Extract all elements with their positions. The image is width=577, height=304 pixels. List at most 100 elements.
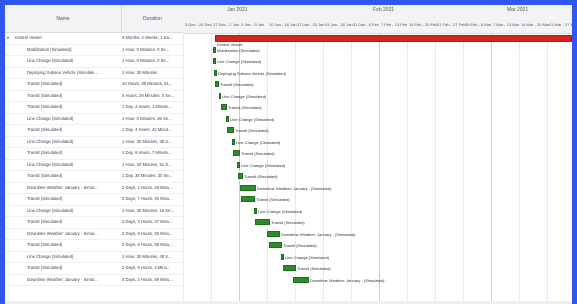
table-row[interactable]: Line Change (Simulated) 1 Hour, 30 Minute…	[5, 252, 183, 263]
table-row[interactable]: ▾ Kestrel Vessel 3 Months, 2 Weeks, 1 Da..…	[5, 33, 183, 45]
task-bar[interactable]	[254, 207, 257, 214]
task-duration: 1 Hour, 30 Minutes, 16 Se...	[122, 207, 174, 213]
table-row[interactable]: Transit (Simulated) 1 Day, 35 Minutes, 30…	[5, 171, 183, 183]
task-name: Downtime Weather: January - Simul...	[27, 230, 98, 236]
week-label: 3 Jan - 9 Jan	[241, 22, 265, 27]
task-name: Line Change (Simulated)	[27, 161, 74, 167]
task-bar[interactable]	[227, 127, 234, 133]
week-label: 21 Mar - 27 Mar	[549, 22, 572, 27]
screenshot-frame: Name Duration ▾ Kestrel Vessel 3 Months, 2…	[0, 0, 577, 304]
task-bar[interactable]	[293, 276, 309, 283]
table-row[interactable]: Line Change (Simulated) 1 Hour, 30 Minute…	[5, 137, 183, 148]
task-bar[interactable]	[267, 230, 280, 237]
bar-label: Transit (Simulated)	[271, 220, 305, 225]
task-name: Transit (Simulated)	[27, 196, 63, 201]
week-label: 24 Jan - 30 Jan	[325, 22, 353, 27]
expand-chevron-icon[interactable]: ▾	[7, 35, 9, 40]
week-label: 10 Jan - 16 Jan	[269, 22, 297, 27]
table-row[interactable]: Line Change (Simulated) 1 Hour, 0 Minutes…	[5, 114, 183, 125]
bar-label: Downtime Weather: January - (Simulated)	[310, 277, 385, 283]
task-name: Downtime Weather: January - Simul...	[27, 184, 98, 190]
table-row[interactable]: Transit (Simulated) 3 Days, 7 Hours, 40 M…	[5, 194, 183, 206]
task-name: Transit (Simulated)	[27, 265, 63, 270]
month-label: Feb 2021	[373, 7, 395, 13]
name-column-header[interactable]: Name	[5, 5, 122, 33]
task-duration: 1 Hour, 30 Minutes	[122, 69, 158, 75]
bar-label: Transit (Simulated)	[244, 174, 278, 179]
gantt-window: Name Duration ▾ Kestrel Vessel 3 Months, 2…	[5, 5, 572, 304]
table-row[interactable]: Transit (Simulated) 1 Day, 6 Hours, 7 Min…	[5, 148, 183, 160]
task-duration: 3 Days, 3 Hours, 37 Minu...	[122, 219, 173, 224]
table-row[interactable]: Deploying Subsea Vehicle (Simulate... 1 H…	[5, 68, 183, 79]
week-label: 7 Feb - 13 Feb	[381, 22, 408, 27]
summary-bar[interactable]	[215, 35, 572, 42]
task-bar[interactable]	[269, 242, 282, 248]
task-duration: 1 Day, 6 Hours, 7 Minute...	[122, 150, 172, 155]
task-duration: 1 Day, 35 Minutes, 30 Se...	[122, 173, 173, 178]
task-duration: 1 Day, 4 Hours, 42 Minut...	[122, 127, 172, 132]
duration-column-header[interactable]: Duration	[122, 5, 183, 33]
task-bar[interactable]	[237, 161, 240, 168]
week-label: 21 Feb - 27 Feb	[437, 22, 466, 27]
task-grid: Name Duration ▾ Kestrel Vessel 3 Months, 2…	[5, 5, 184, 304]
bar-label: Line Change (Simulated)	[222, 93, 267, 99]
bar-label: Deploying Subsea Vehicle (Simulated)	[218, 70, 287, 76]
task-bar[interactable]	[215, 81, 219, 87]
table-row[interactable]: Transit (Simulated) 5 Hours, 28 Minutes, …	[5, 91, 183, 102]
task-bar[interactable]	[238, 173, 243, 179]
bar-label: Downtime Weather: January - (Simulated)	[281, 231, 356, 237]
table-row[interactable]: Transit (Simulated) 3 Days, 8 Hours, 3 Mi…	[5, 263, 183, 275]
table-row[interactable]: Transit (Simulated) 1 Day, 4 Hours, 42 Mi…	[5, 125, 183, 137]
task-bar[interactable]	[233, 150, 240, 156]
task-bar[interactable]	[241, 196, 255, 202]
task-name: Transit (Simulated)	[27, 104, 63, 109]
table-row[interactable]: Transit (Simulated) 10 Hours, 38 Minutes,…	[5, 79, 183, 91]
table-row[interactable]: Downtime Weather: January - Simul... 2 Da…	[5, 229, 183, 240]
bar-label: Transit (Simulated)	[297, 266, 331, 271]
task-duration: 3 Days, 3 Hours, 59 Minu...	[122, 276, 173, 282]
bar-label: Line Change (Simulated)	[236, 139, 281, 145]
task-bar[interactable]	[213, 58, 216, 64]
bar-label: Transit (Simulated)	[220, 82, 254, 87]
task-name: Transit (Simulated)	[27, 173, 63, 178]
week-label: 3 Dec - 26 Dec	[185, 22, 212, 27]
table-row[interactable]: Mobilization (Simulated) 1 Hour, 0 Minute…	[5, 45, 183, 56]
table-row[interactable]: Downtime Weather: January - Simul... 3 Da…	[5, 183, 183, 194]
task-name: Transit (Simulated)	[27, 92, 63, 98]
task-name: Mobilization (Simulated)	[27, 46, 72, 52]
table-row[interactable]: Transit (Simulated) 3 Days, 3 Hours, 37 M…	[5, 217, 183, 229]
task-name: Line Change (Simulated)	[27, 138, 74, 144]
task-bar[interactable]	[240, 184, 256, 191]
week-label: 27 Dec - 2 Jan	[213, 22, 240, 27]
task-bar[interactable]	[226, 115, 229, 122]
task-duration: 1 Hour, 30 Minutes, 48 S...	[122, 253, 172, 259]
task-bar[interactable]	[213, 46, 216, 53]
task-duration: 3 Days, 2 Hours, 28 Minu...	[122, 184, 173, 190]
bar-label: Transit (Simulated)	[228, 105, 262, 110]
week-label: 28 Feb - 6 Mar	[465, 22, 492, 27]
task-bar[interactable]	[281, 253, 284, 260]
table-row[interactable]: Line Change (Simulated) 1 Hour, 30 Minute…	[5, 160, 183, 171]
task-duration: 10 Hours, 38 Minutes, 51...	[122, 81, 173, 86]
task-duration: 3 Days, 8 Hours, 58 Minu...	[122, 242, 173, 247]
task-bar[interactable]	[219, 92, 221, 99]
task-bar[interactable]	[232, 138, 235, 145]
table-row[interactable]: Downtime Weather: January - Simul... 3 Da…	[5, 275, 183, 286]
task-duration: 1 Hour, 30 Minutes, 48 S...	[122, 138, 172, 144]
task-bar[interactable]	[283, 265, 296, 271]
task-bar[interactable]	[255, 219, 270, 225]
task-name: Transit (Simulated)	[27, 242, 63, 247]
table-row[interactable]: Line Change (Simulated) 1 Hour, 0 Minutes…	[5, 56, 183, 68]
table-row[interactable]: Transit (Simulated) 1 Day, 4 Hours, 1 Min…	[5, 102, 183, 114]
task-bar[interactable]	[214, 69, 217, 76]
gantt-chart: Jan 2021 Feb 2021 Mar 2021 3 Dec - 26 Dec 2…	[183, 5, 572, 304]
table-row[interactable]: Line Change (Simulated) 1 Hour, 30 Minute…	[5, 206, 183, 217]
task-name: Transit (Simulated)	[27, 81, 63, 86]
bar-label: Transit (Simulated)	[241, 151, 275, 156]
table-row[interactable]: Transit (Simulated) 3 Days, 8 Hours, 58 M…	[5, 240, 183, 252]
bar-label: Line Change (Simulated)	[241, 162, 286, 168]
task-name: Kestrel Vessel	[15, 35, 42, 40]
month-label: Mar 2021	[507, 7, 529, 13]
task-bar[interactable]	[221, 104, 227, 110]
bar-label: Line Change (Simulated)	[230, 116, 275, 122]
